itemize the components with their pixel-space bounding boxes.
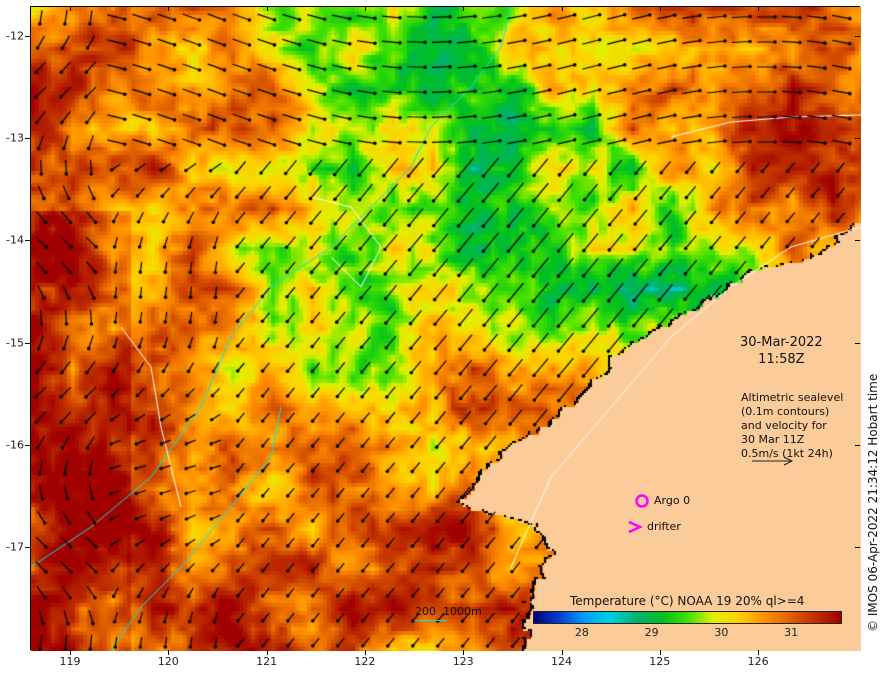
- reference-arrow-icon: [752, 456, 794, 466]
- y-tick-mark: [25, 240, 30, 242]
- x-tick-mark: [266, 6, 268, 11]
- timestamp-label: 30-Mar-2022 11:58Z: [740, 334, 823, 368]
- x-tick-mark: [561, 650, 563, 655]
- x-tick-mark: [659, 6, 661, 11]
- y-tick-mark: [855, 240, 860, 242]
- y-tick-mark: [855, 36, 860, 37]
- y-tick-mark: [25, 547, 30, 548]
- x-tick-mark: [561, 6, 563, 11]
- x-tick-mark: [758, 650, 760, 655]
- x-tick-mark: [758, 6, 760, 11]
- x-tick-label: 124: [551, 655, 572, 668]
- x-tick-mark: [70, 6, 71, 11]
- y-tick-label: -15: [6, 336, 24, 350]
- x-tick-mark: [463, 650, 465, 655]
- x-tick-mark: [659, 650, 661, 655]
- x-tick-label: 123: [452, 655, 474, 668]
- date-text: 30-Mar-2022: [740, 335, 823, 350]
- sst-map-figure: 30-Mar-2022 11:58Z Altimetric sealevel (…: [0, 0, 880, 680]
- y-tick-mark: [25, 444, 30, 446]
- y-tick-label: -14: [6, 233, 24, 247]
- x-tick-mark: [463, 6, 465, 11]
- x-tick-mark: [266, 650, 268, 655]
- y-tick-mark: [25, 342, 30, 344]
- y-tick-label: -16: [6, 438, 24, 452]
- legend-line: (0.1m contours): [741, 405, 830, 418]
- credit-text: © IMOS 06-Apr-2022 21:34:12 Hobart time: [866, 373, 880, 632]
- x-tick-label: 125: [649, 655, 671, 668]
- y-tick-label: -13: [6, 131, 24, 145]
- y-tick-label: -17: [6, 540, 24, 554]
- legend-line: and velocity for: [741, 419, 827, 432]
- x-tick-mark: [364, 6, 366, 11]
- argo-label: Argo 0: [654, 494, 691, 507]
- contour-scale-label: 200 1000m: [415, 605, 482, 618]
- x-tick-mark: [70, 650, 71, 655]
- x-tick-mark: [168, 650, 170, 655]
- x-tick-label: 126: [747, 655, 769, 668]
- drifter-icon: [628, 520, 643, 534]
- x-tick-label: 120: [157, 655, 179, 668]
- colorbar-tick-label: 28: [574, 626, 589, 639]
- y-tick-mark: [855, 138, 860, 140]
- y-tick-mark: [25, 138, 30, 140]
- colorbar-title: Temperature (°C) NOAA 19 20% ql>=4: [570, 594, 805, 608]
- y-tick-mark: [855, 342, 860, 344]
- colorbar-tick-label: 31: [784, 626, 799, 639]
- y-tick-mark: [855, 444, 860, 446]
- legend-line: 30 Mar 11Z: [741, 433, 805, 446]
- contour-200m-swatch: [415, 620, 447, 621]
- time-text: 11:58Z: [758, 352, 805, 367]
- temperature-colorbar: [533, 611, 842, 624]
- map-plot-area: [30, 6, 861, 651]
- argo-float-icon: [635, 494, 649, 508]
- y-tick-label: -12: [6, 29, 24, 43]
- velocity-legend: Altimetric sealevel (0.1m contours) and …: [741, 391, 843, 461]
- y-tick-mark: [25, 36, 30, 37]
- legend-line: Altimetric sealevel: [741, 391, 844, 404]
- colorbar-tick-label: 29: [644, 626, 659, 639]
- x-tick-label: 119: [59, 655, 81, 668]
- y-tick-mark: [855, 547, 860, 548]
- x-tick-label: 121: [256, 655, 278, 668]
- x-tick-mark: [364, 650, 366, 655]
- sst-raster-and-velocity-arrows: [31, 7, 861, 651]
- x-tick-label: 122: [354, 655, 376, 668]
- colorbar-tick-label: 30: [714, 626, 729, 639]
- x-tick-mark: [168, 6, 170, 11]
- drifter-label: drifter: [647, 520, 681, 533]
